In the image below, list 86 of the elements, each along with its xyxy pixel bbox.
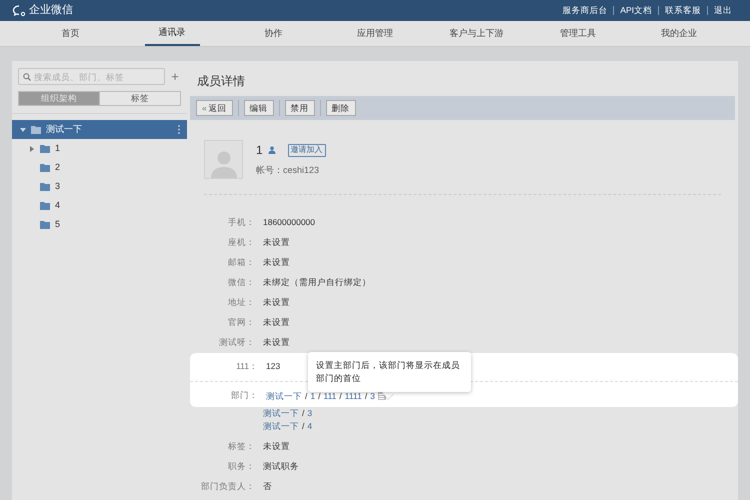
nav-tab[interactable]: 协作 (250, 21, 297, 46)
department-link[interactable]: 3 (307, 406, 312, 420)
toolbar-button[interactable]: 禁用 (284, 100, 315, 116)
department-link[interactable]: 测试一下 (266, 390, 302, 402)
department-link[interactable]: 1111 (344, 390, 362, 402)
folder-icon (31, 126, 41, 134)
invite-button[interactable]: 邀请加入 (288, 144, 326, 156)
tree-label: 4 (55, 198, 62, 212)
field-label: 官网： (227, 316, 255, 329)
nav-tab[interactable]: 管理工具 (546, 21, 610, 46)
department-link[interactable]: 3 (370, 390, 375, 402)
department-link[interactable]: 1 (310, 390, 316, 402)
path-separator: / (364, 390, 368, 402)
page-title: 成员详情 (196, 73, 246, 90)
search-field[interactable]: 搜索成员、部门、标签 (18, 68, 165, 85)
field-value: 18600000000 (263, 217, 316, 227)
back-button[interactable]: « 返回 (196, 100, 233, 116)
department-link[interactable]: 测试一下 (263, 406, 299, 420)
tree-item[interactable]: 测试一下 (12, 120, 187, 139)
field-value: 未设置 (263, 297, 290, 307)
caret-down-icon[interactable] (20, 126, 26, 132)
search-icon (23, 72, 31, 80)
field-value: 未设置 (263, 440, 290, 450)
folder-icon (40, 220, 50, 228)
field-label: 手机： (227, 216, 255, 229)
department-link[interactable]: 测试一下 (263, 420, 299, 432)
path-separator: / (301, 420, 306, 432)
nav-tab[interactable]: 首页 (48, 21, 94, 46)
field-value: 123 (266, 361, 280, 371)
tree-item[interactable]: 5 (12, 215, 187, 234)
field-value: 未设置 (263, 257, 290, 267)
field-label: 111： (235, 360, 258, 373)
person-icon (268, 146, 276, 154)
field-label: 邮箱： (227, 256, 255, 269)
tree-label: 1 (55, 142, 62, 155)
toolbar-button[interactable]: 编辑 (244, 100, 274, 116)
folder-icon (40, 202, 50, 210)
field-label: 职务： (227, 460, 255, 472)
tree-label: 5 (55, 218, 62, 231)
field-value: 未设置 (263, 337, 290, 347)
account-text: 帐号：ceshi123 (256, 164, 320, 177)
folder-icon (40, 144, 50, 152)
header-link[interactable]: 退出 (707, 6, 738, 15)
folder-icon (40, 182, 50, 190)
tree-label: 测试一下 (46, 122, 83, 136)
header-link[interactable]: 服务商后台 (556, 6, 614, 15)
nav-tab[interactable]: 通讯录 (144, 21, 200, 46)
field-value: 未设置 (263, 317, 290, 327)
field-label: 地址： (227, 296, 255, 309)
chat-bubble-logo-icon (12, 4, 26, 16)
tree-item[interactable]: 1 (12, 139, 187, 158)
field-label: 测试呀： (218, 336, 255, 349)
tree-item[interactable]: 4 (12, 196, 187, 215)
nav-tab[interactable]: 我的企业 (647, 21, 712, 46)
field-label: 部门负责人： (200, 480, 255, 492)
department-link[interactable]: 4 (307, 420, 312, 432)
tooltip: 设置主部门后，该部门将显示在成员部门的首位 (308, 352, 471, 392)
tree-label: 3 (55, 180, 62, 193)
field-label: 部门： (230, 388, 258, 402)
list-icon (378, 392, 386, 400)
header-link[interactable]: 联系客服 (658, 6, 707, 15)
path-separator: / (301, 406, 306, 420)
path-separator: / (317, 390, 322, 402)
caret-right-icon[interactable] (29, 146, 35, 152)
header-link[interactable]: API文档 (613, 6, 658, 15)
avatar-placeholder (204, 140, 243, 179)
member-name: 1 (256, 142, 263, 159)
path-separator: / (304, 390, 308, 402)
tree-label: 2 (55, 160, 62, 174)
nav-tab[interactable]: 应用管理 (342, 21, 407, 46)
toolbar-button[interactable]: 删除 (326, 100, 356, 116)
field-value: 否 (263, 480, 272, 490)
tree-item[interactable]: 2 (12, 158, 187, 177)
field-label: 标签： (227, 440, 255, 452)
field-label: 微信： (227, 276, 255, 289)
field-value: 未绑定（需用户自行绑定） (263, 277, 371, 287)
tree-item[interactable]: 3 (12, 177, 187, 196)
field-label: 座机： (227, 236, 255, 249)
field-value: 未设置 (263, 237, 290, 247)
department-link[interactable]: 111 (323, 390, 336, 402)
add-button[interactable]: + (169, 70, 181, 83)
field-value: 测试职务 (263, 460, 299, 470)
brand-name: 企业微信 (29, 3, 73, 18)
nav-tab[interactable]: 客户与上下游 (435, 21, 518, 46)
folder-icon (40, 164, 50, 172)
path-separator: / (338, 390, 343, 402)
